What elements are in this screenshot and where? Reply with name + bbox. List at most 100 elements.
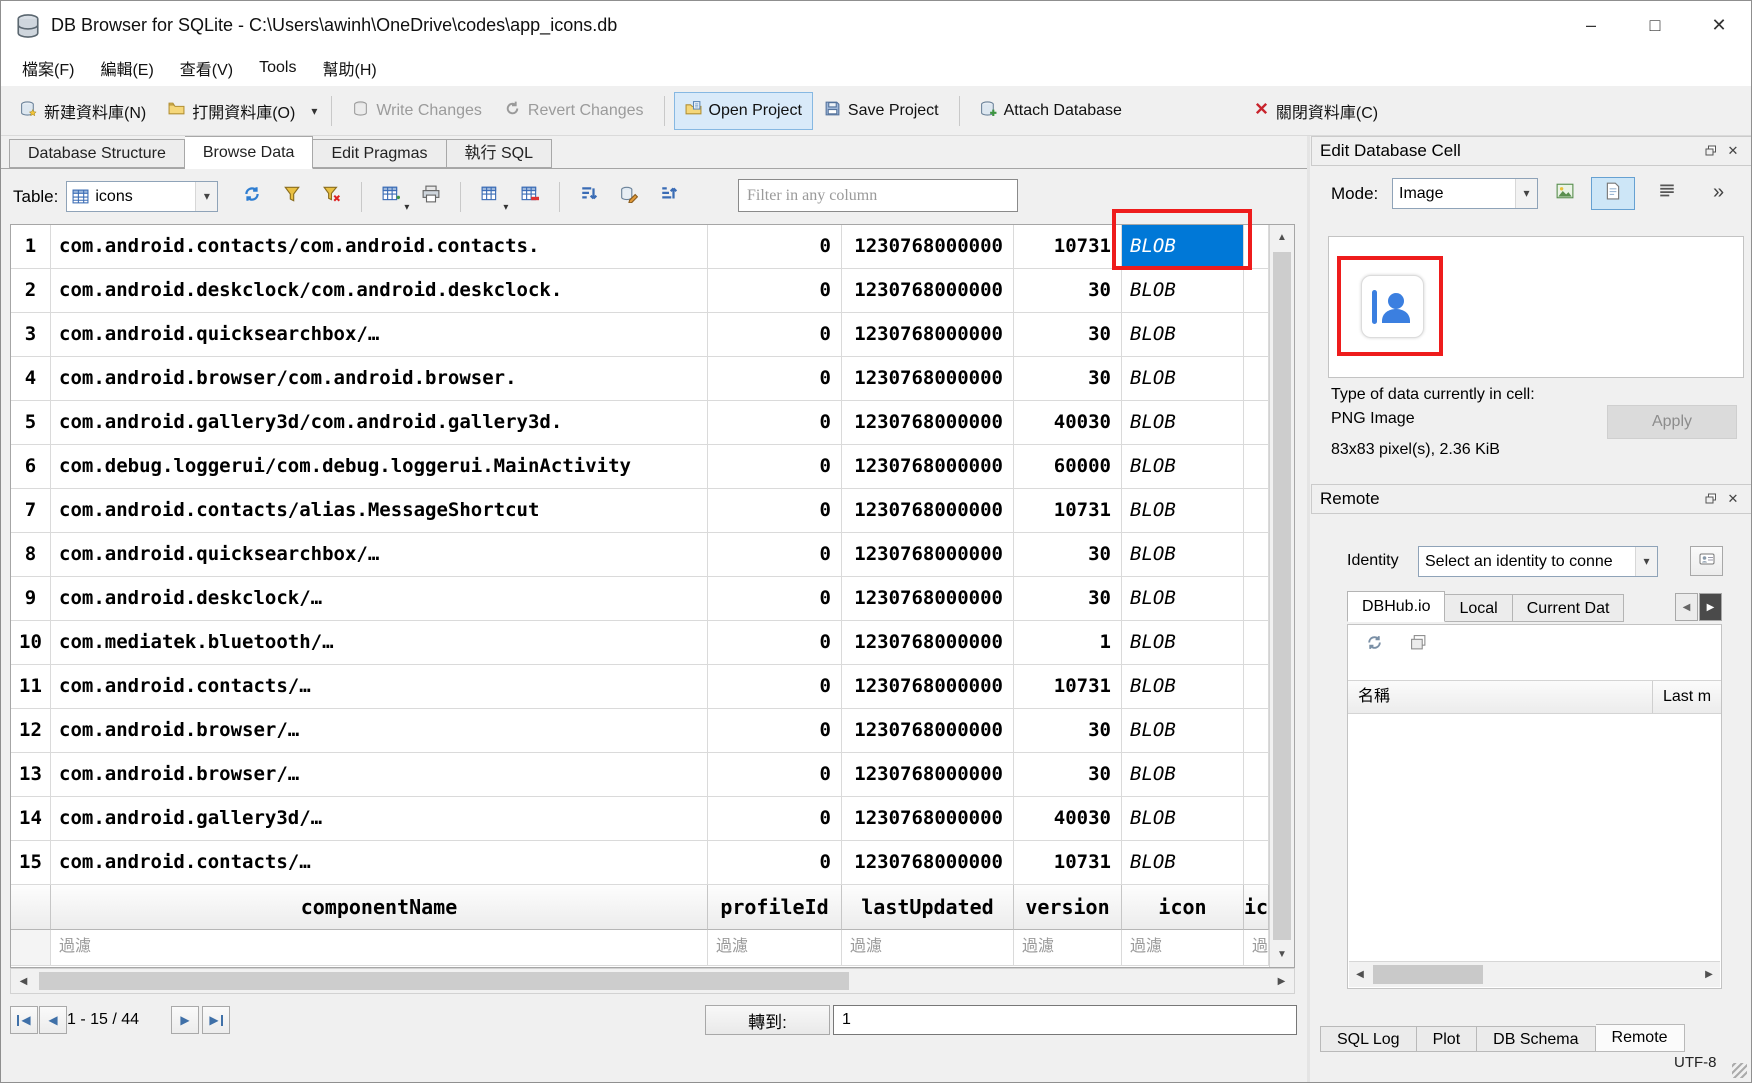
- insert-record-button[interactable]: ▾: [371, 178, 411, 216]
- vertical-scrollbar-thumb[interactable]: [1273, 252, 1291, 940]
- tab-browse-data[interactable]: Browse Data: [185, 136, 314, 169]
- cell-lastUpdated[interactable]: 1230768000000: [842, 313, 1014, 357]
- cell-trailing[interactable]: [1244, 621, 1269, 665]
- table-select[interactable]: icons ▾: [66, 181, 218, 212]
- more-buttons-chevron[interactable]: »: [1713, 181, 1724, 204]
- cell-componentName[interactable]: com.android.browser/…: [51, 753, 708, 797]
- horizontal-scrollbar[interactable]: ◀ ▶: [10, 968, 1295, 994]
- save-project-button[interactable]: Save Project: [813, 92, 950, 130]
- column-filter-input[interactable]: 過濾: [51, 930, 708, 966]
- cell-version[interactable]: 30: [1014, 533, 1122, 577]
- column-filter-input[interactable]: 過濾: [1244, 930, 1269, 966]
- cell-profileId[interactable]: 0: [708, 489, 842, 533]
- cell-lastUpdated[interactable]: 1230768000000: [842, 533, 1014, 577]
- cell-icon[interactable]: BLOB: [1122, 709, 1244, 753]
- cell-icon[interactable]: BLOB: [1122, 269, 1244, 313]
- cell-version[interactable]: 10731: [1014, 489, 1122, 533]
- cell-icon[interactable]: BLOB: [1122, 401, 1244, 445]
- float-dock-icon[interactable]: [1700, 488, 1722, 510]
- goto-input[interactable]: [833, 1005, 1297, 1035]
- horizontal-scrollbar-thumb[interactable]: [39, 972, 849, 990]
- row-number[interactable]: 9: [11, 577, 51, 621]
- column-header-last-modified[interactable]: Last m: [1653, 681, 1722, 713]
- refresh-button[interactable]: [232, 178, 272, 216]
- cell-componentName[interactable]: com.android.deskclock/…: [51, 577, 708, 621]
- menu-item-e[interactable]: 編輯(E): [87, 51, 166, 85]
- cell-lastUpdated[interactable]: 1230768000000: [842, 489, 1014, 533]
- cell-version[interactable]: 30: [1014, 577, 1122, 621]
- print-button[interactable]: [411, 178, 451, 216]
- cell-profileId[interactable]: 0: [708, 401, 842, 445]
- cell-icon[interactable]: BLOB: [1122, 665, 1244, 709]
- cell-icon[interactable]: BLOB: [1122, 445, 1244, 489]
- tabs-scroll-left-button[interactable]: ◀: [1675, 593, 1698, 621]
- column-filter-input[interactable]: 過濾: [1014, 930, 1122, 966]
- remote-refresh-button[interactable]: [1362, 633, 1386, 657]
- remote-tab-local[interactable]: Local: [1445, 594, 1512, 622]
- cell-lastUpdated[interactable]: 1230768000000: [842, 621, 1014, 665]
- dock-tab-plot[interactable]: Plot: [1417, 1026, 1478, 1052]
- cell-version[interactable]: 60000: [1014, 445, 1122, 489]
- next-record-button[interactable]: ▶: [171, 1006, 199, 1034]
- row-number[interactable]: 3: [11, 313, 51, 357]
- identity-select[interactable]: Select an identity to conne ▾: [1418, 546, 1658, 577]
- cell-profileId[interactable]: 0: [708, 709, 842, 753]
- vertical-scrollbar[interactable]: ▲ ▼: [1269, 225, 1294, 967]
- maximize-button[interactable]: □: [1623, 1, 1687, 50]
- row-number[interactable]: 15: [11, 841, 51, 885]
- first-record-button[interactable]: ◀: [10, 1006, 38, 1034]
- cell-version[interactable]: 30: [1014, 357, 1122, 401]
- dock-tab-db-schema[interactable]: DB Schema: [1477, 1026, 1595, 1052]
- duplicate-record-button[interactable]: ▾: [470, 178, 510, 216]
- close-button[interactable]: ✕: [1687, 1, 1751, 50]
- cell-componentName[interactable]: com.android.gallery3d/com.android.galler…: [51, 401, 708, 445]
- cell-componentName[interactable]: com.android.contacts/com.android.contact…: [51, 225, 708, 269]
- scroll-up-icon[interactable]: ▲: [1270, 225, 1294, 250]
- tabs-scroll-right-button[interactable]: ▶: [1699, 593, 1722, 621]
- cell-trailing[interactable]: [1244, 489, 1269, 533]
- tab-edit-pragmas[interactable]: Edit Pragmas: [313, 139, 446, 168]
- clear-filter-button[interactable]: [312, 178, 352, 216]
- cell-componentName[interactable]: com.android.contacts/…: [51, 665, 708, 709]
- cell-icon[interactable]: BLOB: [1122, 797, 1244, 841]
- cell-profileId[interactable]: 0: [708, 357, 842, 401]
- text-view-button[interactable]: [1591, 177, 1635, 210]
- cell-profileId[interactable]: 0: [708, 445, 842, 489]
- cell-trailing[interactable]: [1244, 445, 1269, 489]
- cell-version[interactable]: 10731: [1014, 841, 1122, 885]
- menu-item-h[interactable]: 幫助(H): [309, 51, 389, 85]
- open-project-button[interactable]: Open Project: [674, 92, 813, 130]
- cell-lastUpdated[interactable]: 1230768000000: [842, 401, 1014, 445]
- cell-componentName[interactable]: com.android.browser/…: [51, 709, 708, 753]
- cell-profileId[interactable]: 0: [708, 753, 842, 797]
- column-filter-input[interactable]: 過濾: [1122, 930, 1244, 966]
- cell-componentName[interactable]: com.debug.loggerui/com.debug.loggerui.Ma…: [51, 445, 708, 489]
- remote-tab-dbhub-io[interactable]: DBHub.io: [1347, 591, 1445, 622]
- word-wrap-button[interactable]: [1649, 177, 1685, 210]
- cell-version[interactable]: 30: [1014, 269, 1122, 313]
- cell-icon[interactable]: BLOB: [1122, 313, 1244, 357]
- minimize-button[interactable]: –: [1559, 1, 1623, 50]
- new-database-button[interactable]: 新建資料庫(N): [9, 91, 157, 131]
- sort-descending-button[interactable]: [649, 178, 689, 216]
- write-changes-button[interactable]: Write Changes: [341, 92, 493, 130]
- cell-icon[interactable]: BLOB: [1122, 357, 1244, 401]
- cell-lastUpdated[interactable]: 1230768000000: [842, 797, 1014, 841]
- cell-trailing[interactable]: [1244, 753, 1269, 797]
- dock-tab-remote[interactable]: Remote: [1596, 1024, 1685, 1052]
- row-number[interactable]: 8: [11, 533, 51, 577]
- resize-grip-icon[interactable]: [1732, 1063, 1747, 1078]
- cell-profileId[interactable]: 0: [708, 225, 842, 269]
- cell-componentName[interactable]: com.android.gallery3d/…: [51, 797, 708, 841]
- cell-trailing[interactable]: [1244, 357, 1269, 401]
- cell-version[interactable]: 10731: [1014, 665, 1122, 709]
- open-database-button[interactable]: 打開資料庫(O): [157, 91, 306, 131]
- cell-componentName[interactable]: com.android.contacts/alias.MessageShortc…: [51, 489, 708, 533]
- remote-horizontal-scrollbar[interactable]: ◀ ▶: [1349, 961, 1720, 987]
- cell-version[interactable]: 30: [1014, 709, 1122, 753]
- row-number[interactable]: 5: [11, 401, 51, 445]
- cell-lastUpdated[interactable]: 1230768000000: [842, 445, 1014, 489]
- cell-trailing[interactable]: [1244, 269, 1269, 313]
- previous-record-button[interactable]: ◀: [39, 1006, 67, 1034]
- cell-version[interactable]: 10731: [1014, 225, 1122, 269]
